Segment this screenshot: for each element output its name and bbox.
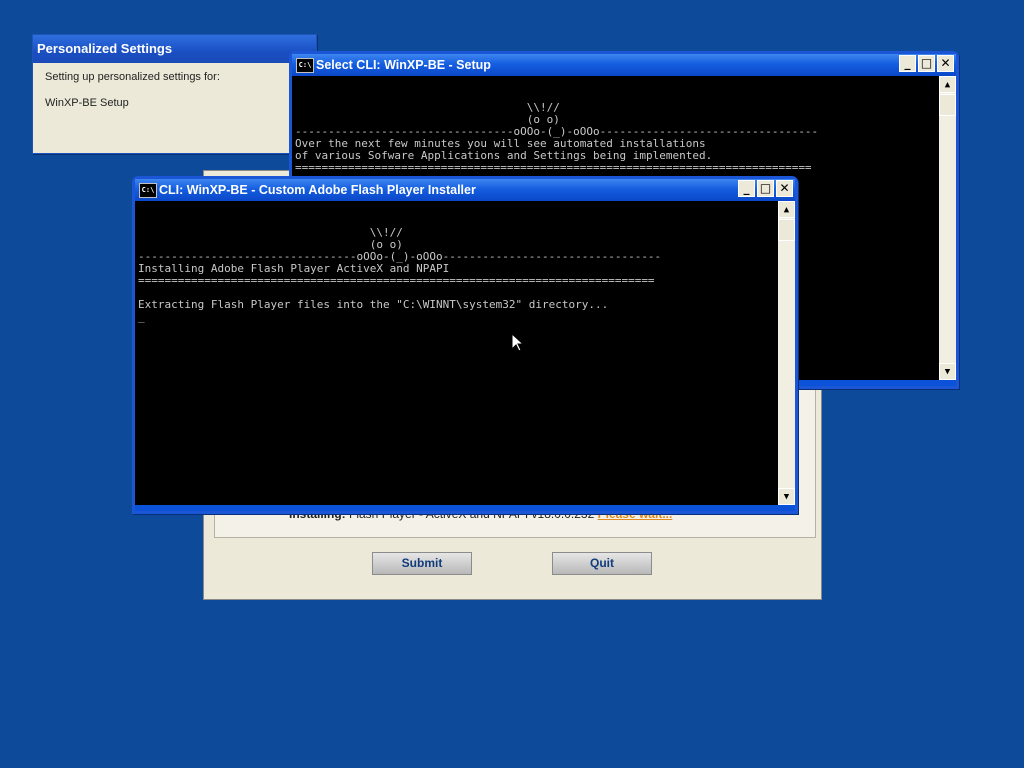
minimize-button[interactable]: _ <box>738 180 755 197</box>
select-cli-controls: _ □ ✕ <box>899 55 954 72</box>
flash-installer-scrollbar[interactable]: ▲ ▼ <box>778 201 795 505</box>
minimize-button[interactable]: _ <box>899 55 916 72</box>
flash-installer-title: CLI: WinXP-BE - Custom Adobe Flash Playe… <box>159 183 476 197</box>
personalized-settings-line2: WinXP-BE Setup <box>45 97 129 109</box>
scroll-up-arrow-icon[interactable]: ▲ <box>939 76 956 93</box>
scroll-thumb[interactable] <box>939 94 956 116</box>
scroll-up-arrow-icon[interactable]: ▲ <box>778 201 795 218</box>
personalized-settings-title: Personalized Settings <box>33 35 316 63</box>
personalized-settings-line1: Setting up personalized settings for: <box>45 71 220 83</box>
quit-button[interactable]: Quit <box>552 552 652 575</box>
select-cli-titlebar: C:\ Select CLI: WinXP-BE - Setup _ □ ✕ <box>292 54 956 76</box>
select-cli-scrollbar[interactable]: ▲ ▼ <box>939 76 956 380</box>
console-icon: C:\ <box>139 183 157 198</box>
personalized-settings-body: Setting up personalized settings for: Wi… <box>33 63 316 131</box>
maximize-button[interactable]: □ <box>757 180 774 197</box>
flash-installer-console-text: \\!// (o o) ----------------------------… <box>138 226 662 323</box>
select-cli-console-text: \\!// (o o) ----------------------------… <box>295 101 819 174</box>
scroll-down-arrow-icon[interactable]: ▼ <box>778 488 795 505</box>
scroll-down-arrow-icon[interactable]: ▼ <box>939 363 956 380</box>
select-cli-title: Select CLI: WinXP-BE - Setup <box>316 58 491 72</box>
submit-button[interactable]: Submit <box>372 552 472 575</box>
maximize-button[interactable]: □ <box>918 55 935 72</box>
personalized-settings-window: Personalized Settings Setting up persona… <box>32 34 317 154</box>
flash-installer-titlebar: C:\ CLI: WinXP-BE - Custom Adobe Flash P… <box>135 179 795 201</box>
flash-installer-console[interactable]: \\!// (o o) ----------------------------… <box>135 201 795 505</box>
flash-installer-window: C:\ CLI: WinXP-BE - Custom Adobe Flash P… <box>132 176 798 514</box>
scroll-thumb[interactable] <box>778 219 795 241</box>
console-icon: C:\ <box>296 58 314 73</box>
flash-installer-controls: _ □ ✕ <box>738 180 793 197</box>
close-button[interactable]: ✕ <box>776 180 793 197</box>
close-button[interactable]: ✕ <box>937 55 954 72</box>
